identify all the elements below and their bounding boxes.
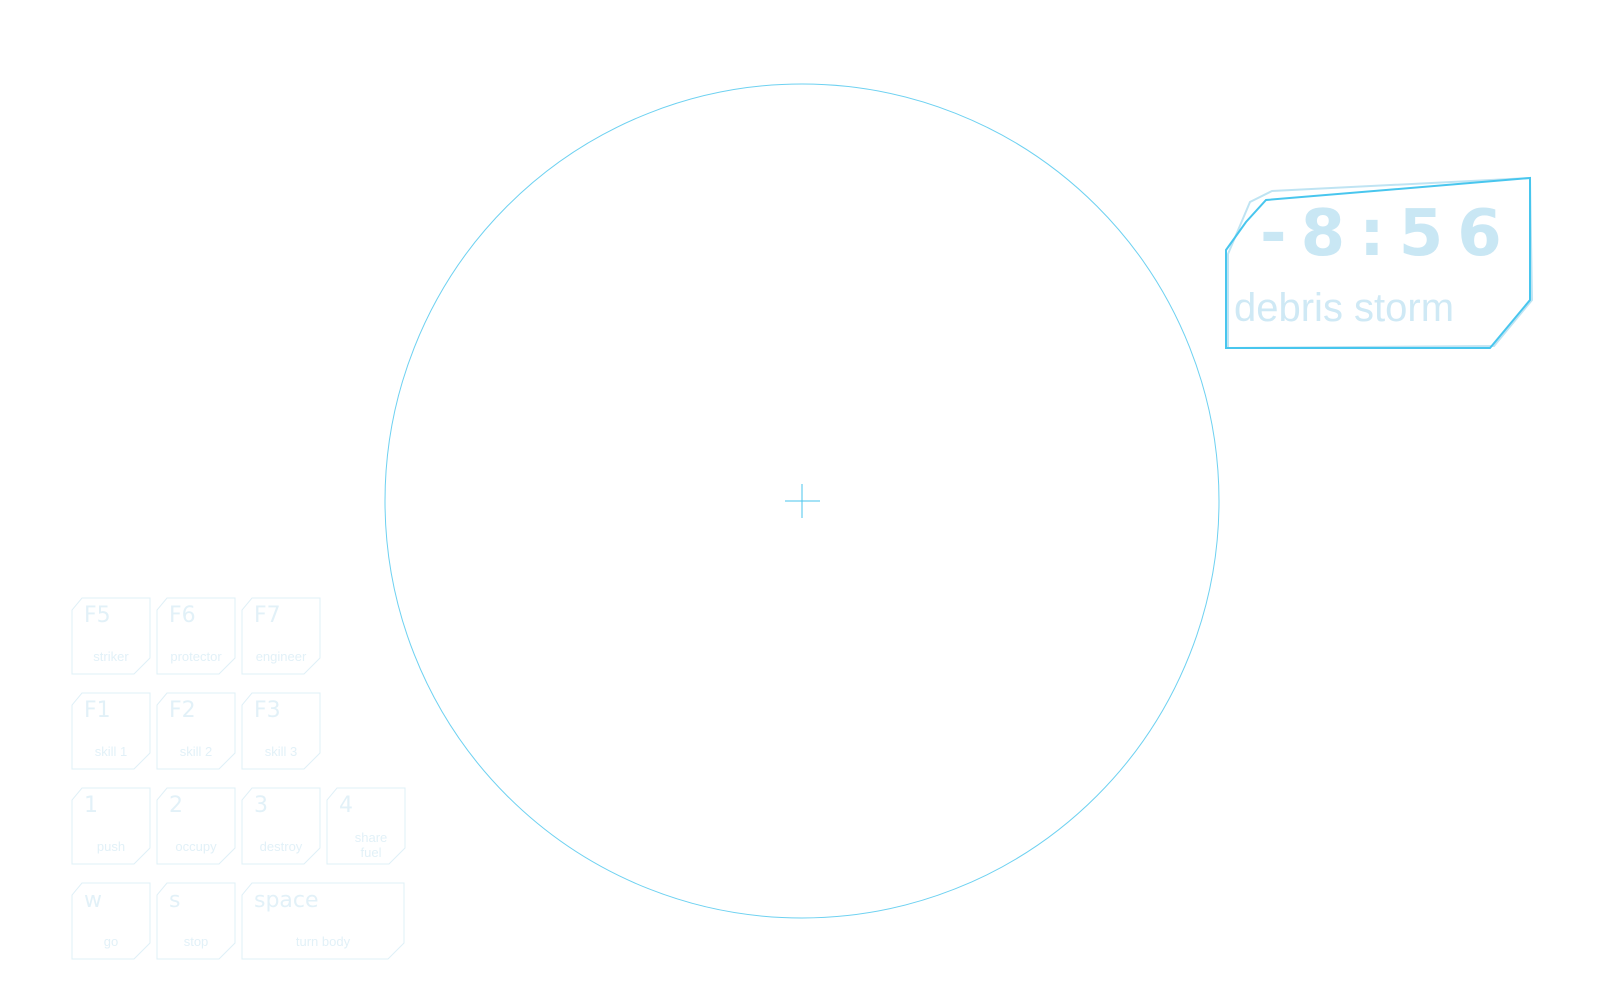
crosshair-icon (785, 484, 820, 518)
key-f5: F5 striker (71, 597, 151, 676)
key-action: skill 1 (94, 743, 128, 759)
key-label: space (254, 888, 319, 913)
key-label: 3 (254, 793, 268, 818)
key-f3: F3 skill 3 (241, 692, 321, 771)
key-label: F6 (169, 603, 196, 628)
key-label: F1 (84, 698, 111, 723)
key-action: engineer (255, 648, 307, 664)
key-label: F7 (254, 603, 281, 628)
key-label: 4 (339, 793, 353, 818)
key-action: skill 3 (264, 743, 298, 759)
key-label: w (84, 888, 102, 913)
key-action: striker (93, 648, 129, 664)
event-name: debris storm (1234, 286, 1455, 330)
key-action: occupy (175, 838, 217, 854)
key-action: go (103, 933, 119, 949)
key-action: share fuel (354, 830, 388, 860)
countdown-timer: -8:56 (1260, 197, 1516, 271)
key-action: destroy (259, 838, 303, 854)
key-space: space turn body (241, 882, 405, 961)
key-label: F2 (169, 698, 196, 723)
key-action: turn body (295, 933, 351, 949)
key-f1: F1 skill 1 (71, 692, 151, 771)
key-2: 2 occupy (156, 787, 236, 866)
key-action: skill 2 (179, 743, 213, 759)
key-label: F5 (84, 603, 111, 628)
key-s: s stop (156, 882, 236, 961)
key-1: 1 push (71, 787, 151, 866)
key-action: protector (170, 648, 222, 664)
key-action: push (96, 838, 126, 854)
event-timer-panel: -8:56 debris storm (1220, 172, 1540, 362)
key-w: w go (71, 882, 151, 961)
key-3: 3 destroy (241, 787, 321, 866)
key-label: F3 (254, 698, 281, 723)
key-action: stop (183, 933, 209, 949)
key-4: 4 share fuel (326, 787, 406, 866)
key-f2: F2 skill 2 (156, 692, 236, 771)
key-label: 1 (84, 793, 98, 818)
key-hints-panel: F5 striker F6 protector F7 engineer F1 s… (71, 597, 412, 978)
key-f7: F7 engineer (241, 597, 321, 676)
key-label: 2 (169, 793, 183, 818)
key-f6: F6 protector (156, 597, 236, 676)
key-label: s (169, 888, 181, 913)
